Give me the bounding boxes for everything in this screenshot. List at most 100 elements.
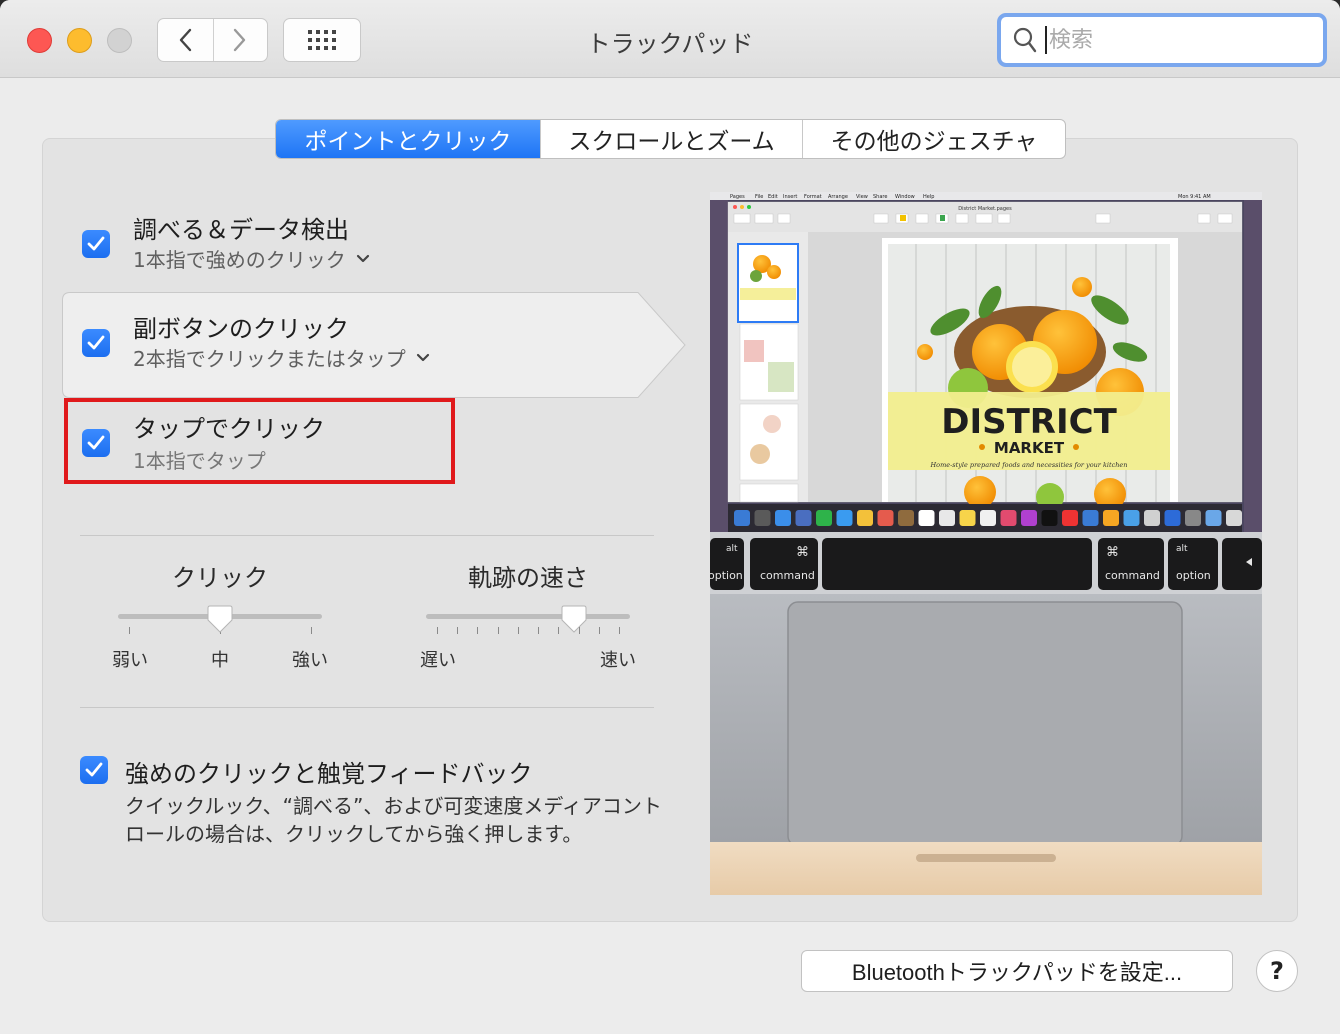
dock-app-icon xyxy=(1082,510,1099,526)
slider-tick xyxy=(437,627,438,634)
title-bar: トラックパッド xyxy=(0,0,1340,78)
dock-app-icon xyxy=(1021,510,1037,526)
option-lookup-data-detectors: 調べる＆データ検出 1本指で強めのクリック xyxy=(62,198,662,298)
preview-menu-window: Window xyxy=(895,194,915,200)
dock-app-icon xyxy=(898,510,914,526)
dock-app-icon xyxy=(918,510,935,526)
slider-tick xyxy=(129,627,130,634)
show-all-button[interactable] xyxy=(283,18,361,62)
annotation-highlight-box xyxy=(64,398,455,484)
slider-tick xyxy=(558,627,560,634)
search-input[interactable] xyxy=(1045,26,1315,54)
chevron-down-icon xyxy=(356,254,369,262)
dock-app-icon xyxy=(754,510,771,526)
search-icon xyxy=(1013,27,1037,53)
dock-app-icon xyxy=(836,510,853,526)
preview-menu-format: Format xyxy=(804,194,822,200)
lookup-title: 調べる＆データ検出 xyxy=(133,216,349,244)
click-slider-label: クリック xyxy=(172,564,268,592)
tab-point-and-click[interactable]: ポイントとクリック xyxy=(276,120,540,158)
slider-tick xyxy=(517,627,519,634)
preview-menu-file: File xyxy=(755,194,763,200)
click-mid-label: 中 xyxy=(211,650,229,671)
zoom-window-button[interactable] xyxy=(107,28,132,53)
key-command-symbol-right: ⌘ xyxy=(1106,545,1119,560)
preview-dock xyxy=(734,510,1242,526)
key-command-symbol-left: ⌘ xyxy=(796,545,809,560)
search-field[interactable] xyxy=(997,13,1327,67)
preview-menu-edit: Edit xyxy=(768,194,778,200)
minimize-window-button[interactable] xyxy=(67,28,92,53)
tracking-slider-thumb[interactable] xyxy=(561,605,587,633)
checkmark-icon xyxy=(87,335,105,350)
lookup-checkbox[interactable] xyxy=(82,230,110,258)
back-button[interactable] xyxy=(158,19,213,61)
key-command-right: command xyxy=(1105,569,1160,582)
preview-doc-title: District Market.pages xyxy=(958,206,1012,212)
force-click-title: 強めのクリックと触覚フィードバック xyxy=(125,760,533,788)
key-option-left: option xyxy=(710,569,743,582)
dock-app-icon xyxy=(775,510,791,526)
preview-menu-insert: Insert xyxy=(783,194,797,200)
window-title: トラックパッド xyxy=(586,30,754,58)
secondary-click-subtitle: 2本指でクリックまたはタップ xyxy=(133,347,406,371)
slider-tick xyxy=(497,627,499,634)
dock-app-icon xyxy=(816,510,832,526)
slider-tick xyxy=(578,627,580,634)
tracking-slider-track[interactable] xyxy=(426,614,630,619)
close-window-button[interactable] xyxy=(27,28,52,53)
trackpad-preferences-window: トラックパッド ポイントとクリック スクロールとズーム その他のジェスチャ 調べ… xyxy=(0,0,1340,1034)
secondary-click-dropdown[interactable]: 2本指でクリックまたはタップ xyxy=(133,343,430,372)
dock-app-icon xyxy=(877,510,894,526)
preview-cover-subtitle: MARKET xyxy=(994,439,1065,457)
preview-menu-help: Help xyxy=(923,194,934,200)
chevron-down-icon xyxy=(416,353,429,361)
grid-icon xyxy=(308,30,336,50)
dock-app-icon xyxy=(795,510,812,526)
dock-app-icon xyxy=(1123,510,1140,526)
checkmark-icon xyxy=(87,236,105,251)
dock-app-icon xyxy=(857,510,873,526)
gesture-preview-video: Pages File Edit Insert Format Arrange Vi… xyxy=(710,192,1262,895)
tab-more-gestures[interactable]: その他のジェスチャ xyxy=(802,120,1065,158)
preview-menu-app: Pages xyxy=(730,194,745,200)
click-slider-thumb[interactable] xyxy=(207,605,233,633)
navigation-group xyxy=(157,18,268,62)
dock-app-icon xyxy=(734,510,750,526)
slider-tick xyxy=(619,627,620,634)
click-min-label: 弱い xyxy=(112,650,148,671)
dock-app-icon xyxy=(1041,510,1058,526)
dock-app-icon xyxy=(1062,510,1078,526)
preview-menu-share: Share xyxy=(873,194,887,200)
dock-app-icon xyxy=(1144,510,1160,526)
slider-tick xyxy=(538,627,540,634)
slider-tick xyxy=(311,627,312,634)
help-button[interactable]: ? xyxy=(1256,950,1298,992)
tracking-speed-label: 軌跡の速さ xyxy=(468,564,588,592)
click-max-label: 強い xyxy=(292,650,328,671)
lookup-gesture-dropdown[interactable]: 1本指で強めのクリック xyxy=(133,244,370,273)
forward-button[interactable] xyxy=(212,19,268,61)
key-command-left: command xyxy=(760,569,815,582)
dock-app-icon xyxy=(1185,510,1201,526)
tab-scroll-and-zoom[interactable]: スクロールとズーム xyxy=(540,120,802,158)
chevron-right-icon xyxy=(234,28,246,52)
key-alt-left: alt xyxy=(726,544,738,554)
preview-menu-view: View xyxy=(856,194,868,200)
preview-cover-title: DISTRICT xyxy=(941,402,1117,442)
setup-bluetooth-trackpad-button[interactable]: Bluetoothトラックパッドを設定... xyxy=(801,950,1233,992)
key-alt-right: alt xyxy=(1176,544,1188,554)
secondary-click-title: 副ボタンのクリック xyxy=(133,315,349,343)
key-option-right: option xyxy=(1176,569,1211,582)
secondary-click-checkbox[interactable] xyxy=(82,329,110,357)
force-click-checkbox[interactable] xyxy=(80,756,108,784)
checkmark-icon xyxy=(85,762,103,777)
preview-clock: Mon 9:41 AM xyxy=(1178,194,1211,200)
dock-app-icon xyxy=(959,510,976,526)
chevron-left-icon xyxy=(180,28,192,52)
lookup-subtitle: 1本指で強めのクリック xyxy=(133,248,346,272)
dock-app-icon xyxy=(1000,510,1017,526)
divider xyxy=(80,535,654,536)
slider-tick xyxy=(477,627,479,634)
dock-app-icon xyxy=(939,510,955,526)
